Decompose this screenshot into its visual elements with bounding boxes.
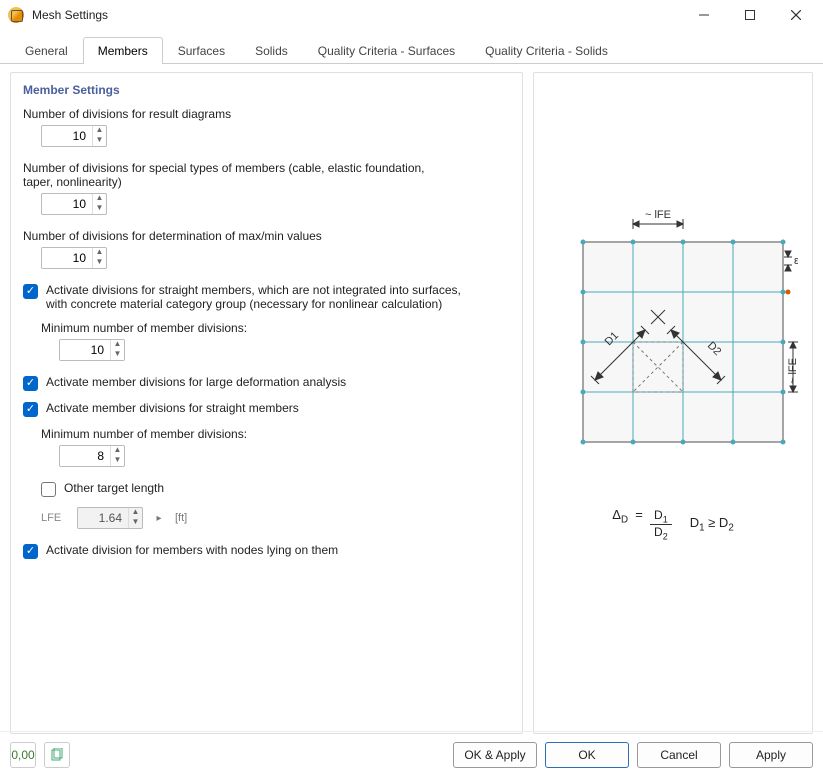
c3-input[interactable] [60,447,110,465]
c3-otl-extra-icon[interactable]: ▸ [151,513,167,524]
rel: D1 ≥ D2 [690,515,734,534]
c4-label: Activate division for members with nodes… [46,543,338,557]
delta-d: ΔD [612,507,628,522]
f1-input[interactable] [42,127,92,145]
f1-down[interactable]: ▼ [93,136,106,146]
c3-down[interactable]: ▼ [111,456,124,466]
f2-down[interactable]: ▼ [93,204,106,214]
f2-input[interactable] [42,195,92,213]
c3-sublabel: Minimum number of member divisions: [41,427,461,441]
section-title: Member Settings [23,83,510,97]
c3-label: Activate member divisions for straight m… [46,401,299,415]
formula: ΔD = D1 D2 D1 ≥ D2 [612,507,734,542]
mesh-diagram: ~ lFE [548,207,798,467]
title-bar: Mesh Settings [0,0,823,30]
diag-eps: ε [794,255,798,267]
units-icon[interactable]: 0,00 [10,742,36,768]
ok-apply-button[interactable]: OK & Apply [453,742,537,768]
f1-label: Number of divisions for result diagrams [23,107,443,121]
tab-general[interactable]: General [10,37,83,64]
tab-members[interactable]: Members [83,37,163,64]
c3-otl-label: Other target length [64,481,164,495]
f3-down[interactable]: ▼ [93,258,106,268]
diag-top-label: ~ lFE [645,209,671,221]
f3-input[interactable] [42,249,92,267]
c1-checkbox[interactable] [23,284,38,299]
close-button[interactable] [773,0,819,30]
c3-otl-input [78,509,128,527]
c3-otl-symbol: LFE [41,512,69,524]
f2-spinner[interactable]: ▲▼ [41,193,107,215]
c1-label: Activate divisions for straight members,… [46,283,466,311]
f3-label: Number of divisions for determination of… [23,229,443,243]
c2-checkbox[interactable] [23,376,38,391]
tab-surfaces[interactable]: Surfaces [163,37,240,64]
app-icon [8,7,24,23]
c3-otl-spinner: ▲▼ [77,507,143,529]
c1-sublabel: Minimum number of member divisions: [41,321,461,335]
footer: 0,00 OK & Apply OK Cancel Apply [0,731,823,777]
ok-button[interactable]: OK [545,742,629,768]
tab-bar: General Members Surfaces Solids Quality … [0,30,823,64]
f2-label: Number of divisions for special types of… [23,161,443,189]
diag-right-label: ~ lFE [787,358,798,384]
c3-otl-checkbox[interactable] [41,482,56,497]
c2-label: Activate member divisions for large defo… [46,375,346,389]
f1-spinner[interactable]: ▲▼ [41,125,107,147]
f3-spinner[interactable]: ▲▼ [41,247,107,269]
diagram-panel: ~ lFE [533,72,813,734]
c3-spinner[interactable]: ▲▼ [59,445,125,467]
tab-quality-solids[interactable]: Quality Criteria - Solids [470,37,623,64]
c3-checkbox[interactable] [23,402,38,417]
window-title: Mesh Settings [32,8,681,22]
cancel-button[interactable]: Cancel [637,742,721,768]
tab-solids[interactable]: Solids [240,37,303,64]
tab-quality-surfaces[interactable]: Quality Criteria - Surfaces [303,37,470,64]
frac-bot: D2 [650,525,672,541]
copy-icon[interactable] [44,742,70,768]
settings-panel: Member Settings Number of divisions for … [10,72,523,734]
apply-button[interactable]: Apply [729,742,813,768]
frac-top: D1 [650,508,672,525]
c3-otl-unit: [ft] [175,512,187,524]
c4-checkbox[interactable] [23,544,38,559]
c1-spinner[interactable]: ▲▼ [59,339,125,361]
diag-orange-node [786,290,791,295]
c1-input[interactable] [60,341,110,359]
eq: = [635,507,643,522]
c1-down[interactable]: ▼ [111,350,124,360]
maximize-button[interactable] [727,0,773,30]
c3-otl-down: ▼ [129,518,142,528]
minimize-button[interactable] [681,0,727,30]
